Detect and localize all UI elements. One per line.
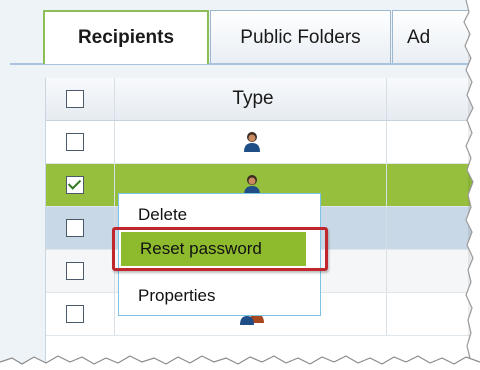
type-column-header[interactable]: Type (120, 78, 386, 120)
column-divider (114, 121, 115, 163)
menu-item-properties[interactable]: Properties (119, 279, 320, 313)
user-icon (244, 132, 260, 152)
select-all-checkbox[interactable] (66, 90, 84, 108)
row-checkbox-checked[interactable] (66, 176, 84, 194)
exchange-admin-panel: Recipients Public Folders Ad Type Delete… (0, 0, 480, 370)
column-divider (386, 293, 387, 335)
reset-password-callout (112, 227, 328, 271)
tab-public-folders[interactable]: Public Folders (210, 10, 391, 64)
tab-recipients[interactable]: Recipients (43, 10, 209, 64)
column-divider (114, 164, 115, 206)
table-row[interactable] (46, 121, 480, 164)
column-divider (114, 78, 115, 120)
menu-item-label: Delete (138, 205, 188, 224)
menu-item-label: Properties (138, 286, 216, 305)
column-divider (386, 78, 387, 120)
row-checkbox[interactable] (66, 219, 84, 237)
grid-header-row: Type (46, 78, 480, 121)
tab-label: Public Folders (240, 26, 361, 48)
column-divider (386, 121, 387, 163)
column-divider (386, 207, 387, 249)
torn-edge-right (463, 0, 480, 370)
column-divider (114, 293, 115, 335)
row-checkbox[interactable] (66, 133, 84, 151)
column-divider (386, 164, 387, 206)
column-divider (386, 250, 387, 292)
torn-edge-bottom (0, 355, 480, 370)
tab-label: Recipients (77, 27, 175, 48)
tab-label: Ad (407, 26, 431, 48)
row-checkbox[interactable] (66, 305, 84, 323)
row-checkbox[interactable] (66, 262, 84, 280)
